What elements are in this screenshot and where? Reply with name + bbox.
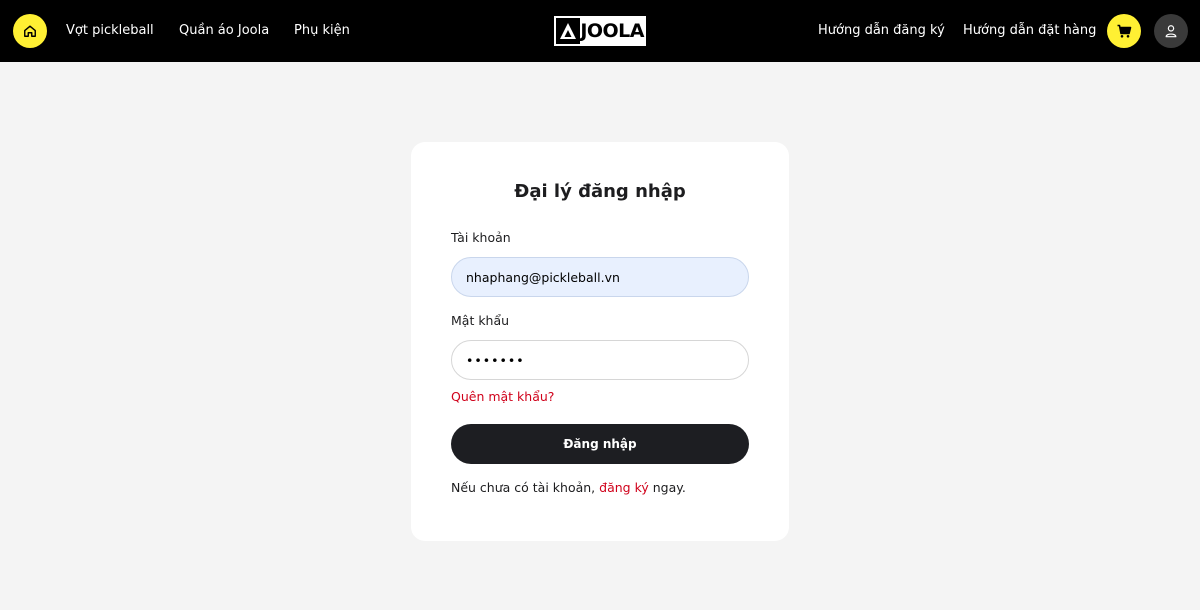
signup-suffix: ngay. [652,480,686,495]
login-card: Đại lý đăng nhập Tài khoản Mật khẩu Quên… [411,142,789,541]
login-title: Đại lý đăng nhập [514,181,686,202]
joola-logo[interactable]: JOOLA [554,16,646,46]
cart-icon [1117,24,1132,38]
home-button[interactable] [13,14,47,48]
account-label: Tài khoản [451,230,511,245]
signup-prompt: Nếu chưa có tài khoản, đăng ký ngay. [451,480,686,495]
nav-link-signup-guide[interactable]: Hướng dẫn đăng ký [818,0,945,62]
top-navigation-bar: Vợt pickleball Quần áo Joola Phụ kiện JO… [0,0,1200,62]
joola-logo-mark [556,18,580,44]
nav-link-order-guide[interactable]: Hướng dẫn đặt hàng [963,0,1096,62]
signup-link[interactable]: đăng ký [599,480,649,495]
signup-prefix: Nếu chưa có tài khoản, [451,480,596,495]
account-input[interactable] [451,257,749,297]
joola-logo-text: JOOLA [580,18,644,44]
password-label: Mật khẩu [451,313,510,328]
user-icon [1165,25,1177,38]
nav-link-accessories[interactable]: Phụ kiện [294,0,350,62]
nav-link-apparel[interactable]: Quần áo Joola [179,0,269,62]
login-button[interactable]: Đăng nhập [451,424,749,464]
nav-link-rackets[interactable]: Vợt pickleball [66,0,154,62]
password-input[interactable] [451,340,749,380]
home-icon [24,25,36,37]
account-button[interactable] [1154,14,1188,48]
forgot-password-link[interactable]: Quên mật khẩu? [451,389,554,404]
cart-button[interactable] [1107,14,1141,48]
